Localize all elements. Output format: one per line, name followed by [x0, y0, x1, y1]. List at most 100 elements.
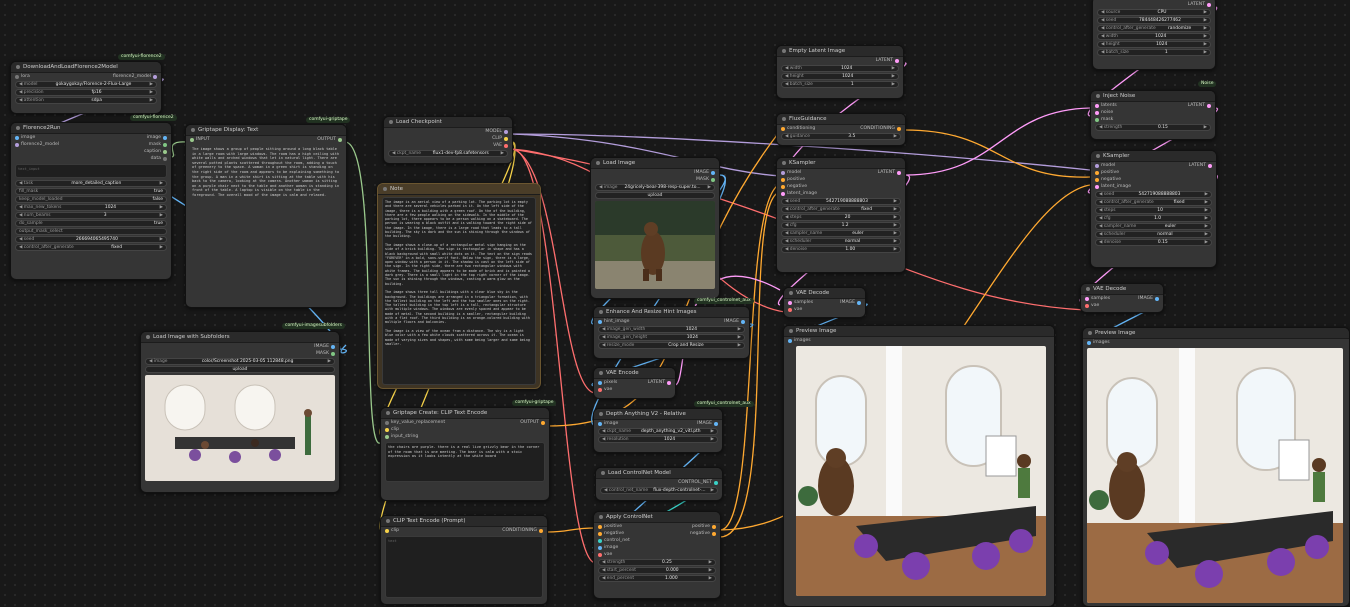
slot-dot-icon[interactable]	[781, 170, 785, 175]
node-load-image[interactable]: Load Image IMAGE MASK ◀ image 24gricely-b…	[590, 157, 720, 299]
slot-dot-icon[interactable]	[667, 380, 671, 385]
collapse-dot-icon[interactable]	[789, 291, 793, 295]
widget-ckpt-name[interactable]: ◀ ckpt_name flux1-dev-fp8.safetensors ▶	[388, 150, 508, 157]
slot-dot-icon[interactable]	[788, 300, 792, 305]
collapse-dot-icon[interactable]	[601, 471, 605, 475]
node-griptape-display-text[interactable]: Griptape Display: Text INPUT OUTPUT The i…	[185, 124, 347, 308]
widget-control-after-generate[interactable]: ◀ control_after_generate fixed ▶	[15, 244, 167, 251]
slot-dot-icon[interactable]	[541, 420, 545, 425]
slot-dot-icon[interactable]	[895, 58, 899, 63]
widget-max-new-tokens[interactable]: ◀ max_new_tokens 1024 ▶	[15, 204, 167, 211]
slot-dot-icon[interactable]	[1095, 110, 1099, 115]
widget-task[interactable]: ◀ task more_detailed_caption ▶	[15, 180, 167, 187]
widget-image-gen-height[interactable]: ◀ image_gen_height 1024 ▶	[598, 334, 745, 341]
collapse-dot-icon[interactable]	[16, 65, 20, 69]
collapse-dot-icon[interactable]	[596, 161, 600, 165]
node-header[interactable]: Empty Latent Image	[777, 46, 903, 57]
node-header[interactable]: Griptape Create: CLIP Text Encode	[381, 408, 549, 419]
widget-scheduler[interactable]: ◀ scheduler normal ▶	[1095, 231, 1212, 238]
node-header[interactable]: Load ControlNet Model	[596, 468, 722, 479]
collapse-dot-icon[interactable]	[386, 519, 390, 523]
node-preview-image[interactable]: Preview Image images	[783, 325, 1055, 607]
node-header[interactable]: Enhance And Resize Hint Images	[594, 307, 749, 318]
node-enhance-resize-hint[interactable]: Enhance And Resize Hint Images hint_imag…	[593, 306, 750, 359]
node-header[interactable]: CLIP Text Encode (Prompt)	[381, 516, 547, 527]
widget-sampler-name[interactable]: ◀ sampler_name euler ▶	[1095, 223, 1212, 230]
node-load-checkpoint[interactable]: Load Checkpoint MODEL CLIP VAE ◀ ckpt_na…	[383, 116, 513, 164]
widget-batch-size[interactable]: ◀ batch_size 1 ▶	[1097, 49, 1211, 56]
widget-sampler-name[interactable]: ◀ sampler_name euler ▶	[781, 230, 901, 237]
collapse-dot-icon[interactable]	[1096, 94, 1100, 98]
slot-dot-icon[interactable]	[1207, 2, 1211, 7]
node-header[interactable]: KSampler	[1091, 151, 1216, 162]
node-header[interactable]: VAE Decode	[784, 288, 865, 299]
slot-dot-icon[interactable]	[714, 480, 718, 485]
node-header[interactable]: Load Image with Subfolders	[141, 332, 339, 343]
text-input-field[interactable]: text_input	[15, 164, 167, 178]
node-ksampler-refine[interactable]: KSampler model LATENT positive negative l…	[1090, 150, 1217, 268]
widget-scheduler[interactable]: ◀ scheduler normal ▶	[781, 238, 901, 245]
slot-dot-icon[interactable]	[711, 177, 715, 182]
widget-strength[interactable]: ◀ strength 0.15 ▶	[1095, 124, 1211, 131]
collapse-dot-icon[interactable]	[1086, 287, 1090, 291]
slot-dot-icon[interactable]	[781, 191, 785, 196]
slot-dot-icon[interactable]	[15, 135, 19, 140]
slot-dot-icon[interactable]	[504, 129, 508, 134]
node-download-florence2-model[interactable]: DownloadAndLoadFlorence2Model lora floren…	[10, 61, 162, 114]
node-graph-canvas[interactable]: comfyui-florence2 DownloadAndLoadFlorenc…	[0, 0, 1350, 607]
widget-end-percent[interactable]: ◀ end_percent 1.000 ▶	[598, 575, 716, 582]
slot-dot-icon[interactable]	[897, 126, 901, 131]
widget-keep-model-loaded[interactable]: keep_model_loaded false	[15, 196, 167, 203]
widget-guidance[interactable]: ◀ guidance 3.5 ▶	[781, 133, 901, 140]
node-header[interactable]: VAE Decode	[1081, 284, 1163, 295]
node-noise-generator[interactable]: LATENT ◀ source CPU ▶ ◀ seed 78444842627746…	[1092, 0, 1216, 70]
node-header[interactable]: Load Image	[591, 158, 719, 169]
node-clip-text-encode[interactable]: CLIP Text Encode (Prompt) clip CONDITIONI…	[380, 515, 548, 605]
slot-dot-icon[interactable]	[781, 126, 785, 131]
widget-steps[interactable]: ◀ steps 20 ▶	[781, 214, 901, 221]
slot-dot-icon[interactable]	[163, 156, 167, 161]
node-header[interactable]: Florence2Run	[11, 123, 171, 134]
widget-num-beams[interactable]: ◀ num_beams 3 ▶	[15, 212, 167, 219]
slot-dot-icon[interactable]	[539, 528, 543, 533]
widget-ckpt-name[interactable]: ◀ ckpt_name depth_anything_v2_vitl.pth ▶	[598, 428, 718, 435]
collapse-dot-icon[interactable]	[599, 515, 603, 519]
widget-denoise[interactable]: ◀ denoise 0.15 ▶	[1095, 239, 1212, 246]
collapse-dot-icon[interactable]	[389, 120, 393, 124]
node-inject-noise[interactable]: Inject Noise latents LATENT noise mask ◀ …	[1090, 90, 1216, 140]
slot-dot-icon[interactable]	[163, 135, 167, 140]
node-ksampler[interactable]: KSampler model LATENT positive negative l…	[776, 157, 906, 273]
widget-seed[interactable]: ◀ seed 266694065495740 ▶	[15, 236, 167, 243]
slot-dot-icon[interactable]	[781, 184, 785, 189]
node-header[interactable]: KSampler	[777, 158, 905, 169]
widget-control-after-generate[interactable]: ◀ control_after_generate randomize ▶	[1097, 25, 1211, 32]
slot-dot-icon[interactable]	[163, 142, 167, 147]
slot-dot-icon[interactable]	[1095, 103, 1099, 108]
slot-dot-icon[interactable]	[163, 149, 167, 154]
slot-dot-icon[interactable]	[1095, 163, 1099, 168]
slot-dot-icon[interactable]	[598, 380, 602, 385]
slot-dot-icon[interactable]	[857, 300, 861, 305]
widget-image-gen-width[interactable]: ◀ image_gen_width 1024 ▶	[598, 326, 745, 333]
slot-dot-icon[interactable]	[1207, 103, 1211, 108]
slot-dot-icon[interactable]	[1085, 296, 1089, 301]
slot-dot-icon[interactable]	[712, 531, 716, 536]
slot-dot-icon[interactable]	[598, 538, 602, 543]
collapse-dot-icon[interactable]	[782, 161, 786, 165]
slot-dot-icon[interactable]	[385, 434, 389, 439]
node-empty-latent-image[interactable]: Empty Latent Image LATENT ◀ width 1024 ▶ ◀…	[776, 45, 904, 99]
node-header[interactable]: DownloadAndLoadFlorence2Model	[11, 62, 161, 73]
node-load-image-subfolders[interactable]: Load Image with Subfolders IMAGE MASK ◀ …	[140, 331, 340, 493]
node-header[interactable]: Preview Image	[784, 326, 1054, 337]
widget-output-mask-select[interactable]: output_mask_select	[15, 228, 167, 235]
widget-seed[interactable]: ◀ seed 542719088888803 ▶	[1095, 191, 1212, 198]
widget-attention[interactable]: ◀ attention sdpa ▶	[15, 97, 157, 104]
widget-batch-size[interactable]: ◀ batch_size 1 ▶	[781, 81, 899, 88]
widget-image[interactable]: ◀ image 24gricely-bear-398-resp-super.to.…	[595, 184, 715, 191]
widget-height[interactable]: ◀ height 1024 ▶	[1097, 41, 1211, 48]
node-vae-encode[interactable]: VAE Encode pixels LATENT vae	[593, 367, 676, 399]
slot-dot-icon[interactable]	[711, 170, 715, 175]
node-header[interactable]: Apply ControlNet	[594, 512, 720, 523]
widget-precision[interactable]: ◀ precision fp16 ▶	[15, 89, 157, 96]
widget-control-after-generate[interactable]: ◀ control_after_generate fixed ▶	[1095, 199, 1212, 206]
